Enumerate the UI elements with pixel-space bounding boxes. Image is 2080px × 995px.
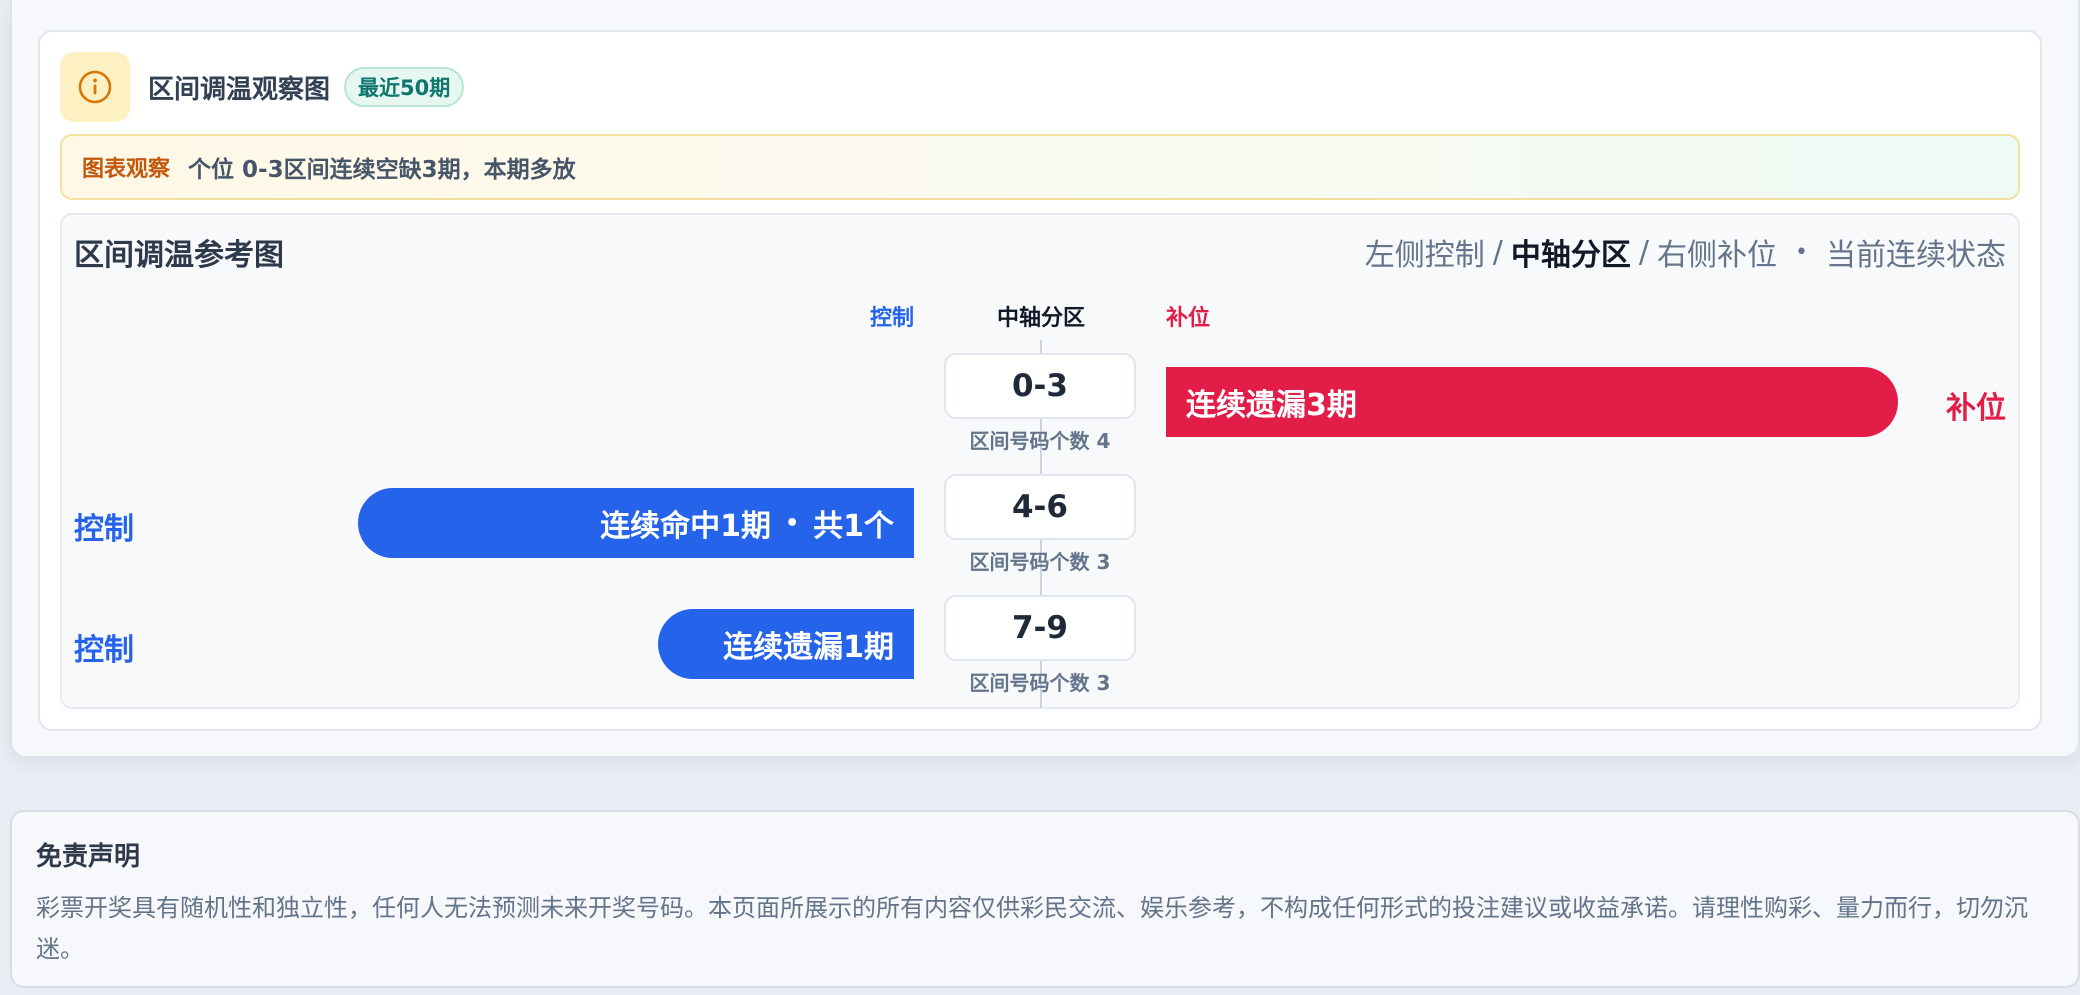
column-header-fill: 补位 [1166, 306, 1211, 331]
legend-state: 当前连续状态 [1826, 238, 2006, 273]
bar-label: 连续遗漏1期 [723, 630, 894, 665]
legend-separator: / [1492, 234, 1503, 270]
disclaimer-text: 彩票开奖具有随机性和独立性，任何人无法预测未来开奖号码。本页面所展示的所有内容仅… [36, 894, 2028, 963]
observation-banner: 图表观察 个位 0-3区间连续空缺3期，本期多放 [60, 134, 2020, 200]
observation-text: 个位 0-3区间连续空缺3期，本期多放 [188, 157, 576, 183]
side-label: 控制 [74, 633, 134, 668]
streak-bar: 连续命中1期 • 共1个 [358, 488, 914, 558]
side-label: 控制 [74, 512, 134, 547]
chart-legend: 左侧控制 / 中轴分区 / 右侧补位 • 当前连续状态 [1365, 230, 2006, 274]
zone-box: 0-3 [944, 353, 1136, 419]
legend-separator: / [1638, 234, 1650, 270]
side-label: 补位 [1946, 391, 2006, 426]
zone-count: 区间号码个数 4 [969, 429, 1111, 453]
zone-count: 区间号码个数 3 [969, 550, 1111, 574]
info-icon [60, 52, 130, 122]
bar-label: 连续命中1期 [600, 509, 772, 544]
bar-extra: 共1个 [813, 509, 894, 544]
panel-title: 区间调温观察图 [148, 74, 331, 105]
legend-left: 左侧控制 [1364, 238, 1485, 273]
bar-label: 连续遗漏3期 [1186, 388, 1357, 423]
zone-box: 4-6 [944, 474, 1136, 540]
zone-count: 区间号码个数 3 [969, 671, 1111, 695]
chart-title: 区间调温参考图 [74, 238, 284, 273]
streak-bar: 连续遗漏3期 [1166, 367, 1898, 437]
observation-label: 图表观察 [82, 157, 171, 182]
bar-bullet: • [785, 510, 800, 536]
disclaimer-card: 免责声明 彩票开奖具有随机性和独立性，任何人无法预测未来开奖号码。本页面所展示的… [10, 810, 2080, 988]
column-header-control: 控制 [870, 306, 915, 331]
legend-bullet: • [1795, 239, 1808, 265]
streak-bar: 连续遗漏1期 [658, 609, 914, 679]
period-badge: 最近50期 [344, 67, 465, 107]
zone-box: 7-9 [944, 595, 1136, 661]
panel-header: 区间调温观察图 最近50期 [60, 52, 465, 122]
disclaimer-title: 免责声明 [36, 842, 141, 872]
legend-right: 右侧补位 [1657, 238, 1778, 273]
column-header-axis: 中轴分区 [997, 306, 1086, 331]
legend-center: 中轴分区 [1510, 238, 1631, 273]
